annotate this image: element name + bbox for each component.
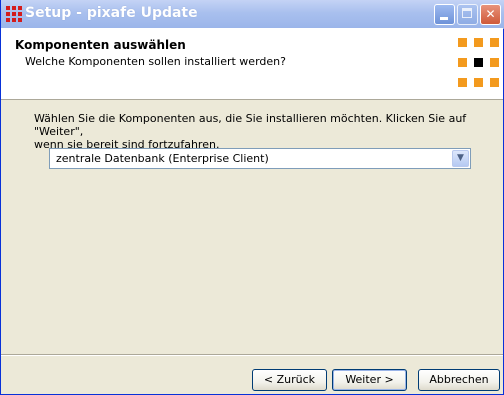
setup-window: Setup - pixafe Update ✕ Komponenten ausw… [0,0,504,395]
chevron-down-icon: ▼ [457,153,464,163]
next-button[interactable]: Weiter > [332,369,407,391]
instruction-text: Wählen Sie die Komponenten aus, die Sie … [34,112,484,151]
window-title: Setup - pixafe Update [25,5,198,21]
minimize-icon [435,5,454,24]
setup-icon [6,6,22,22]
components-select[interactable]: zentrale Datenbank (Enterprise Client) ▼ [49,148,471,169]
cancel-button[interactable]: Abbrechen [418,369,500,391]
instruction-line-1: Wählen Sie die Komponenten aus, die Sie … [34,112,467,138]
maximize-icon [458,5,477,24]
close-button[interactable]: ✕ [480,4,501,25]
title-bar[interactable]: Setup - pixafe Update ✕ [1,0,504,29]
dropdown-button[interactable]: ▼ [452,150,469,167]
footer-divider [1,354,503,356]
page-subtitle: Welche Komponenten sollen installiert we… [25,55,286,68]
page-title: Komponenten auswählen [15,38,186,52]
back-button[interactable]: < Zurück [252,369,327,391]
minimize-button[interactable] [434,4,455,25]
maximize-button[interactable] [457,4,478,25]
wizard-header: Komponenten auswählen Welche Komponenten… [1,28,503,100]
pixafe-logo [458,38,502,90]
components-select-value: zentrale Datenbank (Enterprise Client) [56,152,269,165]
close-icon: ✕ [485,7,496,21]
